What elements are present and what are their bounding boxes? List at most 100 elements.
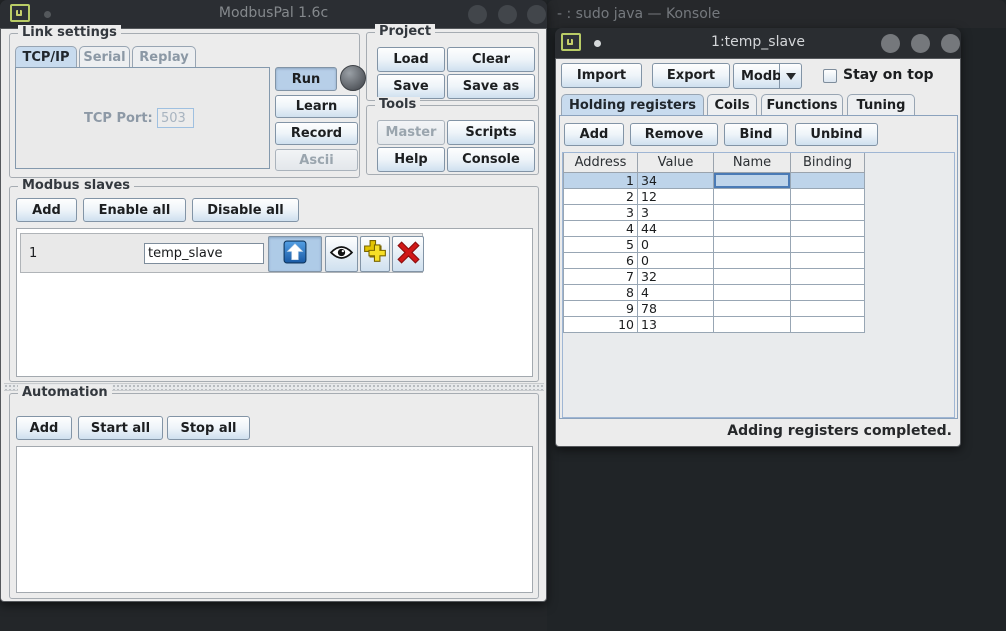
- tab-replay[interactable]: Replay: [132, 46, 196, 67]
- save-as-button[interactable]: Save as: [447, 74, 535, 99]
- cell-address[interactable]: 3: [564, 204, 638, 220]
- column-header-name[interactable]: Name: [714, 153, 791, 172]
- cell-address[interactable]: 4: [564, 220, 638, 236]
- slave-add-button[interactable]: Add: [16, 198, 77, 222]
- slave-minimize-button[interactable]: [881, 34, 900, 53]
- cell-address[interactable]: 9: [564, 300, 638, 316]
- modbuspal-titlebar[interactable]: ModbusPal 1.6c: [0, 0, 547, 28]
- tab-tuning[interactable]: Tuning: [847, 94, 915, 115]
- cell-address[interactable]: 8: [564, 284, 638, 300]
- scripts-button[interactable]: Scripts: [447, 120, 535, 145]
- stay-on-top-label: Stay on top: [843, 67, 934, 83]
- register-bind-button[interactable]: Bind: [724, 123, 788, 146]
- cell-name[interactable]: [714, 188, 791, 204]
- run-button[interactable]: Run: [275, 67, 337, 91]
- automation-add-button[interactable]: Add: [16, 416, 72, 440]
- cell-name[interactable]: [714, 300, 791, 316]
- register-remove-button[interactable]: Remove: [630, 123, 718, 146]
- clear-button[interactable]: Clear: [447, 47, 535, 72]
- cell-name[interactable]: [714, 236, 791, 252]
- tab-coils[interactable]: Coils: [707, 94, 757, 115]
- tcp-port-input[interactable]: [157, 108, 194, 128]
- modbuspal-body: Link settings TCP/IP Serial Replay TCP P…: [0, 28, 547, 602]
- register-unbind-button[interactable]: Unbind: [795, 123, 878, 146]
- learn-button[interactable]: Learn: [275, 95, 358, 118]
- export-button[interactable]: Export: [652, 63, 730, 88]
- save-button[interactable]: Save: [377, 74, 445, 99]
- load-button[interactable]: Load: [377, 47, 445, 72]
- cell-binding[interactable]: [791, 204, 865, 220]
- cell-address[interactable]: 6: [564, 252, 638, 268]
- tab-holding-registers[interactable]: Holding registers: [561, 94, 704, 115]
- cell-name[interactable]: [714, 204, 791, 220]
- konsole-titlebar[interactable]: - : sudo java — Konsole: [547, 0, 1006, 28]
- register-scrollpane[interactable]: Address Value Name Binding 1342123344450…: [562, 152, 955, 418]
- cell-name[interactable]: [714, 316, 791, 332]
- maximize-button[interactable]: [498, 5, 517, 24]
- cell-binding[interactable]: [791, 316, 865, 332]
- cell-binding[interactable]: [791, 284, 865, 300]
- tab-tcpip[interactable]: TCP/IP: [15, 46, 77, 67]
- slave-duplicate-button[interactable]: [360, 236, 390, 272]
- cell-binding[interactable]: [791, 300, 865, 316]
- cell-value[interactable]: 12: [638, 188, 714, 204]
- console-button[interactable]: Console: [447, 147, 535, 172]
- cell-binding[interactable]: [791, 172, 865, 188]
- cell-address[interactable]: 2: [564, 188, 638, 204]
- protocol-combobox[interactable]: Modbus: [733, 63, 780, 89]
- close-button[interactable]: [527, 5, 546, 24]
- cell-binding[interactable]: [791, 268, 865, 284]
- cell-name[interactable]: [714, 220, 791, 236]
- cell-binding[interactable]: [791, 252, 865, 268]
- enable-all-button[interactable]: Enable all: [83, 198, 186, 222]
- slave-delete-button[interactable]: [392, 236, 424, 272]
- disable-all-button[interactable]: Disable all: [192, 198, 299, 222]
- cell-address[interactable]: 10: [564, 316, 638, 332]
- modbus-slaves-title: Modbus slaves: [18, 178, 134, 193]
- cell-name[interactable]: [714, 268, 791, 284]
- minimize-button[interactable]: [468, 5, 487, 24]
- tab-functions[interactable]: Functions: [761, 94, 843, 115]
- cell-address[interactable]: 5: [564, 236, 638, 252]
- tab-serial[interactable]: Serial: [79, 46, 130, 67]
- slave-titlebar[interactable]: 1:temp_slave: [555, 28, 961, 58]
- column-header-binding[interactable]: Binding: [791, 153, 865, 172]
- slave-enable-toggle[interactable]: [268, 236, 322, 272]
- register-add-button[interactable]: Add: [564, 123, 624, 146]
- cell-value[interactable]: 4: [638, 284, 714, 300]
- slave-body: Import Export Modbus Stay on top Holding…: [555, 58, 961, 447]
- column-header-address[interactable]: Address: [564, 153, 638, 172]
- cell-value[interactable]: 78: [638, 300, 714, 316]
- slave-row[interactable]: 1: [20, 233, 423, 273]
- cell-address[interactable]: 1: [564, 172, 638, 188]
- cell-name[interactable]: [714, 172, 791, 188]
- slave-maximize-button[interactable]: [911, 34, 930, 53]
- record-button[interactable]: Record: [275, 122, 358, 145]
- help-button[interactable]: Help: [377, 147, 445, 172]
- cell-binding[interactable]: [791, 188, 865, 204]
- cell-value[interactable]: 32: [638, 268, 714, 284]
- stop-all-button[interactable]: Stop all: [167, 416, 250, 440]
- cell-name[interactable]: [714, 284, 791, 300]
- start-all-button[interactable]: Start all: [78, 416, 163, 440]
- cell-address[interactable]: 7: [564, 268, 638, 284]
- slave-view-button[interactable]: [325, 236, 358, 272]
- cell-value[interactable]: 13: [638, 316, 714, 332]
- ascii-button[interactable]: Ascii: [275, 149, 358, 171]
- cell-value[interactable]: 44: [638, 220, 714, 236]
- stay-on-top-checkbox[interactable]: [823, 69, 837, 83]
- combobox-arrow-button[interactable]: [780, 63, 802, 89]
- cell-binding[interactable]: [791, 220, 865, 236]
- slave-close-button[interactable]: [941, 34, 960, 53]
- cell-value[interactable]: 0: [638, 236, 714, 252]
- column-header-value[interactable]: Value: [638, 153, 714, 172]
- cell-name[interactable]: [714, 252, 791, 268]
- slave-name-input[interactable]: [144, 243, 264, 264]
- cell-value[interactable]: 0: [638, 252, 714, 268]
- cell-value[interactable]: 34: [638, 172, 714, 188]
- table-row: 50: [564, 236, 865, 252]
- cell-value[interactable]: 3: [638, 204, 714, 220]
- master-button[interactable]: Master: [377, 120, 445, 145]
- import-button[interactable]: Import: [561, 63, 642, 88]
- cell-binding[interactable]: [791, 236, 865, 252]
